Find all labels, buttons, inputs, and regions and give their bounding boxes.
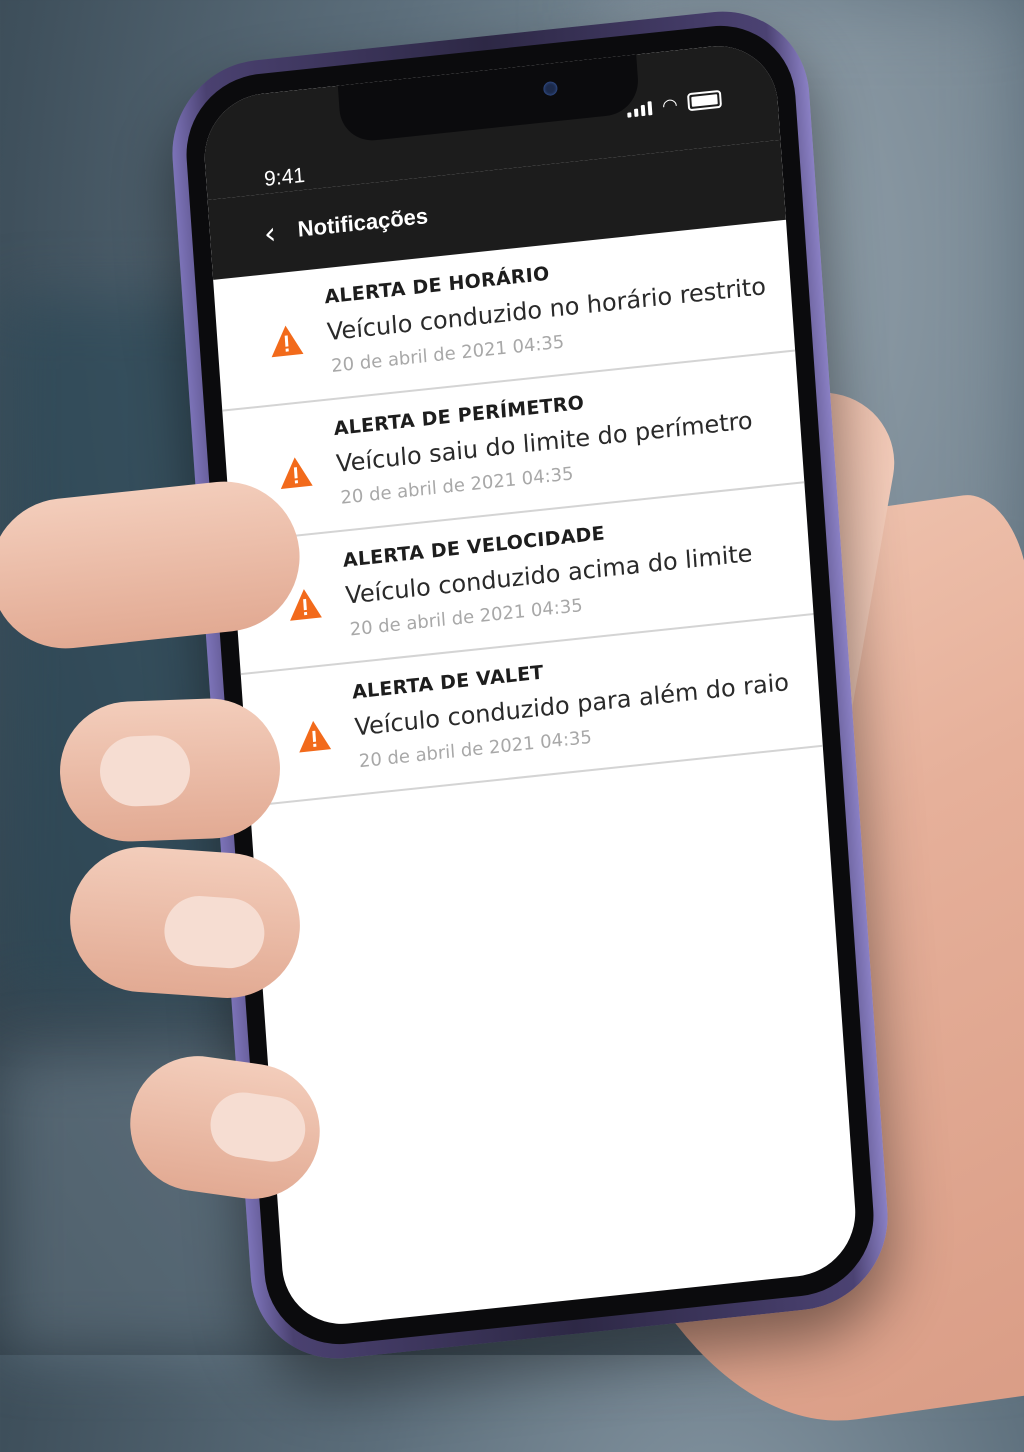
wifi-icon: ◠	[661, 94, 679, 117]
warning-icon	[280, 457, 313, 489]
signal-icon	[627, 101, 653, 118]
status-icons: ◠	[627, 89, 723, 118]
chevron-left-icon[interactable]: ‹	[263, 216, 277, 252]
hand-finger	[65, 842, 305, 1003]
page-title: Notificações	[296, 203, 429, 242]
fingernail	[98, 734, 192, 808]
status-time: 9:41	[263, 163, 306, 191]
battery-icon	[686, 89, 723, 112]
warning-icon	[290, 589, 322, 621]
camera-icon	[542, 80, 558, 97]
warning-icon	[271, 325, 304, 358]
notification-list: ALERTA DE HORÁRIO Veículo conduzido no h…	[213, 219, 823, 807]
fingernail	[206, 1088, 310, 1166]
hand-finger	[57, 696, 283, 844]
warning-icon	[299, 720, 332, 753]
fingernail	[162, 893, 267, 971]
